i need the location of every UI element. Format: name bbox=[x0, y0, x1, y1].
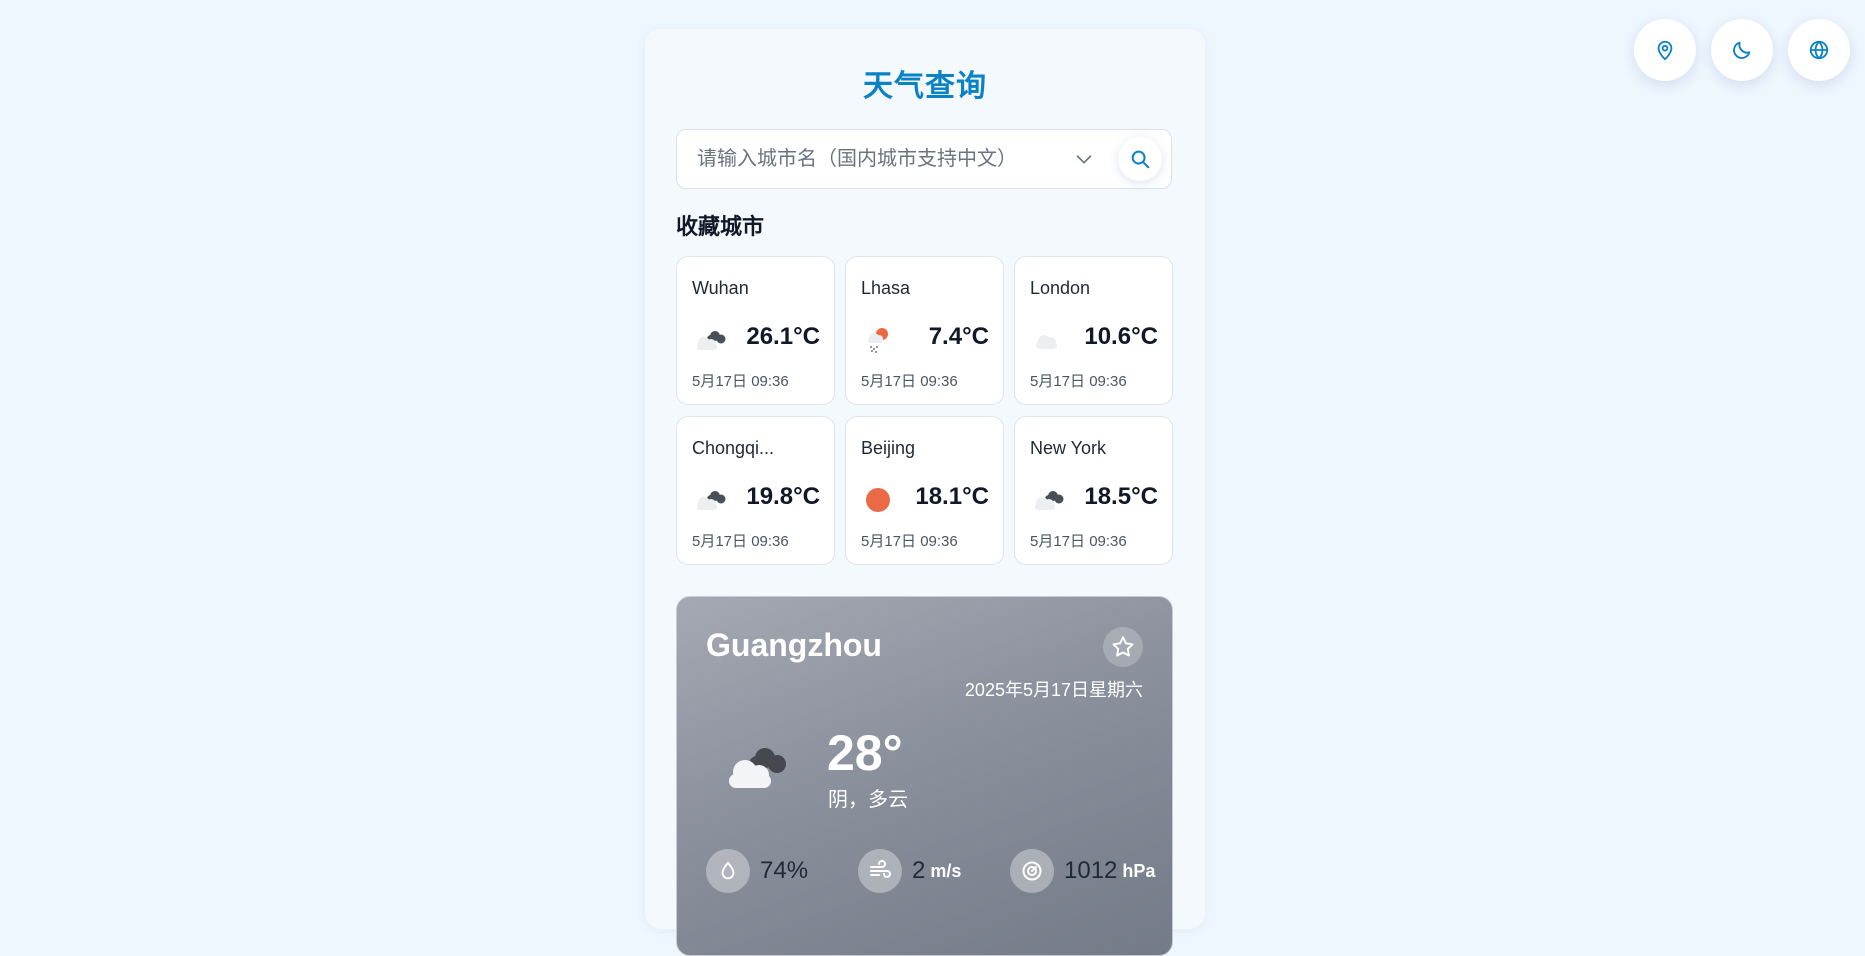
current-date: 2025年5月17日星期六 bbox=[964, 680, 1143, 700]
humidity-stat: 74% bbox=[706, 849, 808, 893]
location-pin-icon bbox=[1657, 40, 1673, 61]
overcast-cloud-icon bbox=[1035, 491, 1064, 510]
pressure-gauge-icon bbox=[1010, 849, 1054, 893]
location-button[interactable] bbox=[1634, 19, 1696, 81]
weather-panel: 天气查询 收藏城市 Wuhan 26.1°C 5月17日 09:36 Lhasa bbox=[645, 29, 1205, 956]
favorite-city-card[interactable]: Chongqi... 19.8°C 5月17日 09:36 bbox=[676, 416, 835, 565]
humidity-value: 74% bbox=[760, 857, 809, 884]
favorite-city-name: Wuhan bbox=[692, 278, 749, 298]
overcast-cloud-icon bbox=[697, 491, 726, 510]
current-weather-card: Guangzhou 2025年5月17日星期六 28° 阴，多云 74% 2 m… bbox=[676, 596, 1173, 956]
favorite-city-temp: 19.8°C bbox=[746, 483, 820, 510]
chevron-down-icon[interactable] bbox=[1073, 148, 1095, 170]
favorite-city-time: 5月17日 09:36 bbox=[692, 373, 789, 390]
favorite-toggle-button[interactable] bbox=[1103, 627, 1143, 667]
search-bar bbox=[676, 129, 1172, 189]
pressure-value: 1012 bbox=[1064, 857, 1118, 884]
pressure-stat: 1012 hPa bbox=[1010, 849, 1155, 893]
favorite-city-time: 5月17日 09:36 bbox=[1030, 533, 1127, 550]
favorite-city-card[interactable]: Beijing 18.1°C 5月17日 09:36 bbox=[845, 416, 1004, 565]
favorite-city-temp: 18.1°C bbox=[915, 483, 989, 510]
page-title: 天气查询 bbox=[863, 70, 987, 103]
search-input[interactable] bbox=[677, 130, 1077, 188]
favorite-city-time: 5月17日 09:36 bbox=[861, 533, 958, 550]
favorite-city-temp: 26.1°C bbox=[746, 323, 820, 350]
wind-stat: 2 m/s bbox=[858, 849, 961, 893]
star-icon bbox=[1112, 636, 1134, 657]
favorite-city-name: Chongqi... bbox=[692, 438, 775, 458]
favorite-city-name: Beijing bbox=[861, 438, 916, 458]
sun-icon bbox=[866, 488, 890, 512]
search-button[interactable] bbox=[1118, 137, 1162, 181]
favorite-city-card[interactable]: New York 18.5°C 5月17日 09:36 bbox=[1014, 416, 1173, 565]
favorite-city-name: Lhasa bbox=[861, 278, 911, 298]
overcast-cloud-icon bbox=[697, 331, 726, 350]
favorite-city-name: London bbox=[1030, 278, 1091, 298]
language-button[interactable] bbox=[1788, 19, 1850, 81]
favorite-city-time: 5月17日 09:36 bbox=[692, 533, 789, 550]
favorites-grid: Wuhan 26.1°C 5月17日 09:36 Lhasa 7.4°C 5月1… bbox=[676, 256, 1173, 565]
wind-value: 2 bbox=[912, 857, 926, 884]
overcast-cloud-icon bbox=[729, 748, 786, 788]
favorite-city-temp: 10.6°C bbox=[1084, 323, 1158, 350]
top-actions bbox=[1634, 19, 1850, 81]
humidity-drop-icon bbox=[706, 849, 750, 893]
favorite-city-temp: 18.5°C bbox=[1084, 483, 1158, 510]
current-city-name: Guangzhou bbox=[706, 627, 882, 663]
cloud-icon bbox=[1036, 335, 1057, 349]
search-icon bbox=[1131, 150, 1150, 169]
favorite-city-card[interactable]: Wuhan 26.1°C 5月17日 09:36 bbox=[676, 256, 835, 405]
wind-icon bbox=[858, 849, 902, 893]
favorite-city-card[interactable]: Lhasa 7.4°C 5月17日 09:36 bbox=[845, 256, 1004, 405]
current-condition: 阴，多云 bbox=[828, 789, 908, 811]
favorite-city-temp: 7.4°C bbox=[928, 323, 989, 350]
favorite-city-time: 5月17日 09:36 bbox=[861, 373, 958, 390]
favorite-city-time: 5月17日 09:36 bbox=[1030, 373, 1127, 390]
moon-icon bbox=[1733, 41, 1751, 59]
favorites-title: 收藏城市 bbox=[676, 214, 765, 239]
current-temperature: 28° bbox=[827, 725, 903, 781]
dark-mode-button[interactable] bbox=[1711, 19, 1773, 81]
sun-rain-icon bbox=[868, 328, 888, 353]
pressure-unit: hPa bbox=[1122, 860, 1156, 881]
favorite-city-card[interactable]: London 10.6°C 5月17日 09:36 bbox=[1014, 256, 1173, 405]
wind-unit: m/s bbox=[930, 860, 962, 881]
favorite-city-name: New York bbox=[1030, 438, 1107, 458]
globe-icon bbox=[1809, 40, 1829, 60]
